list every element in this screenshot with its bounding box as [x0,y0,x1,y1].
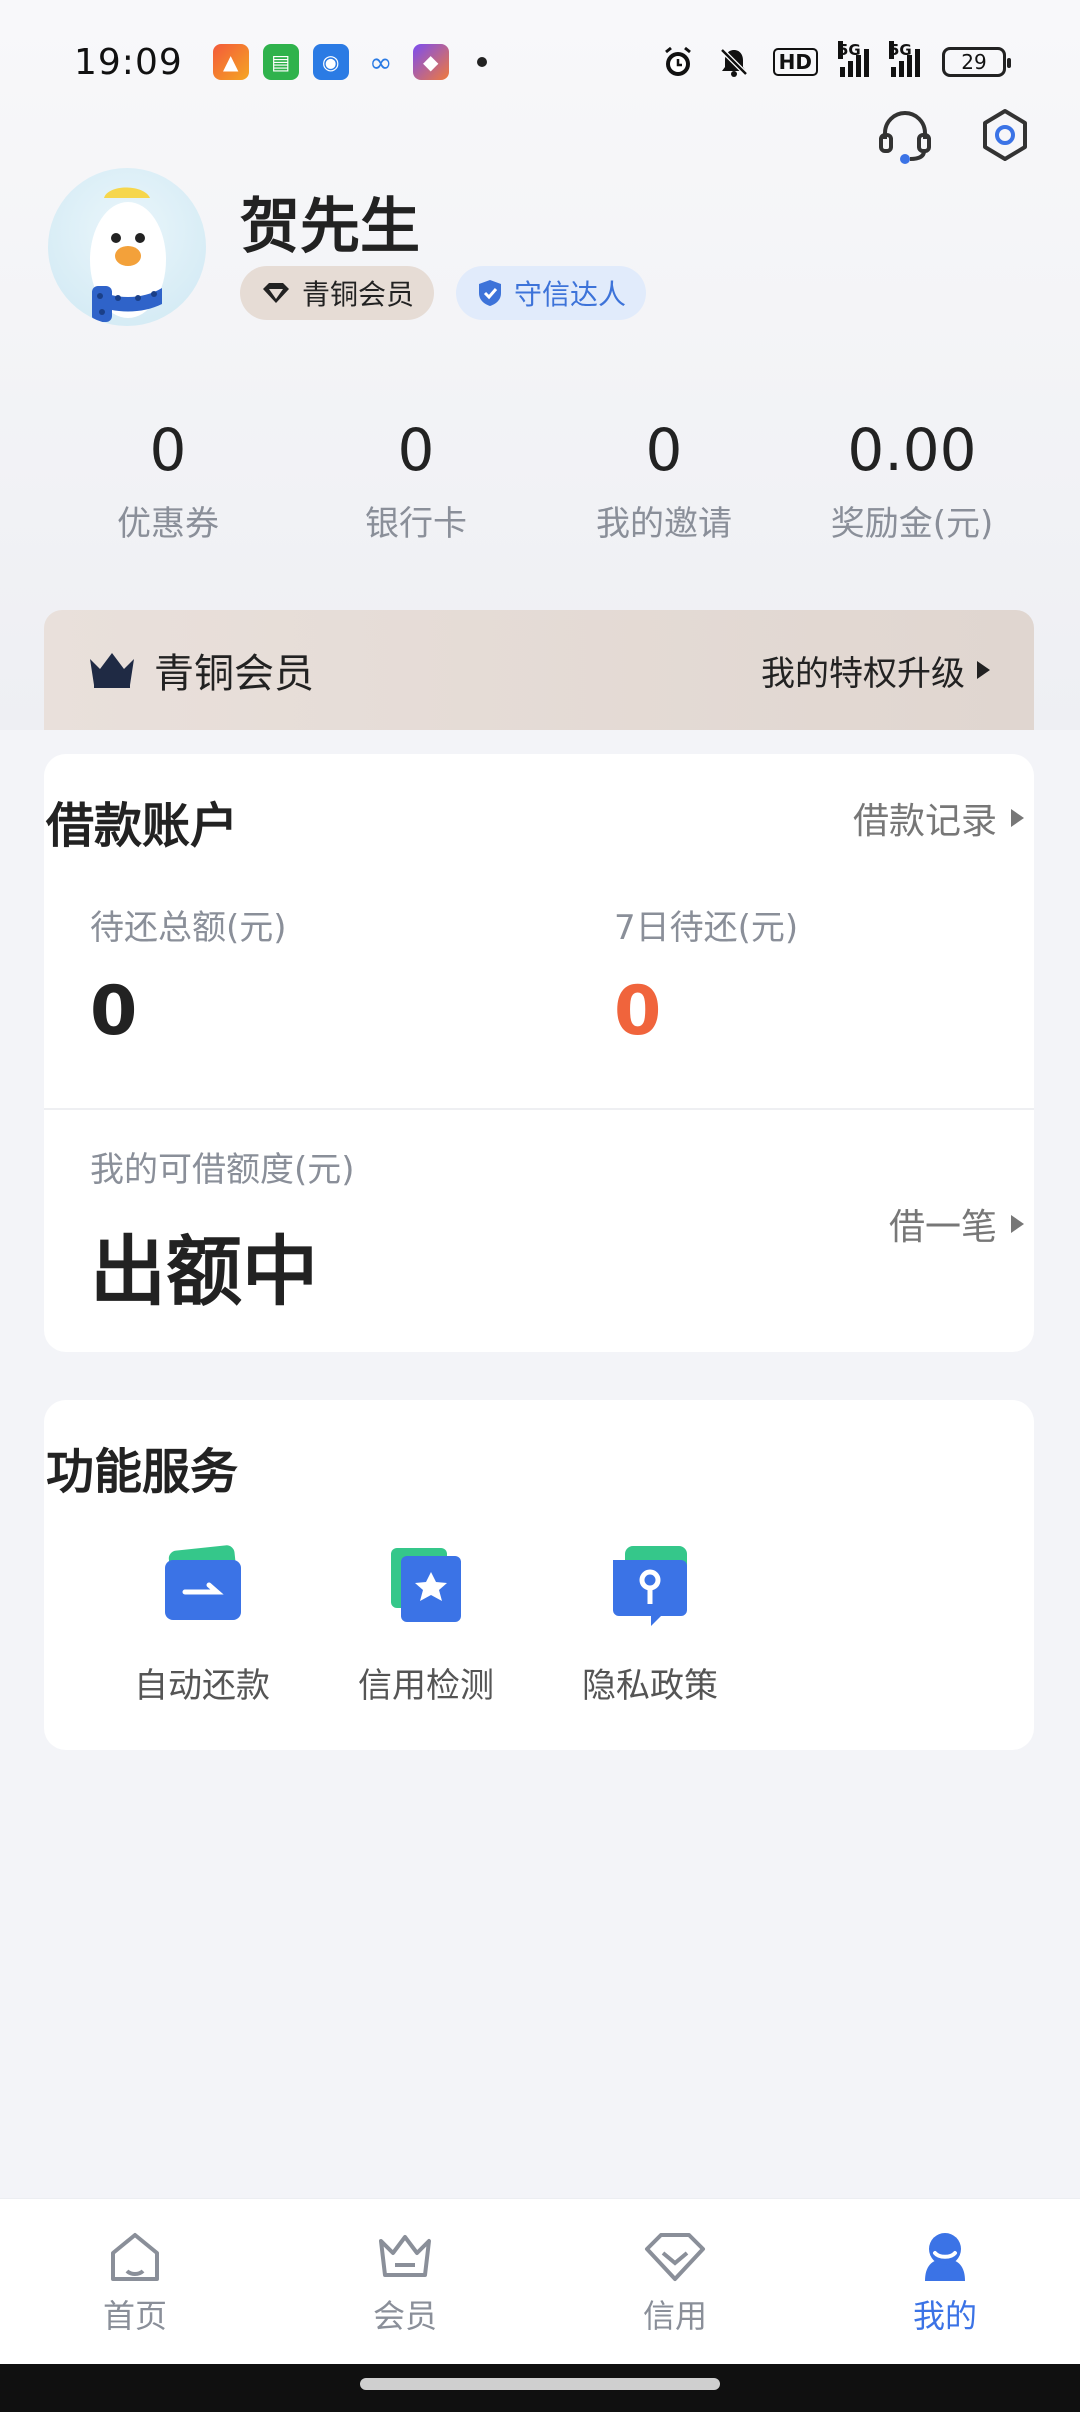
caret-right-icon [1011,1215,1024,1233]
shield-icon [479,280,501,306]
tab-credit[interactable]: 信用 [540,2199,810,2364]
tab-label: 会员 [372,2297,437,2335]
service-privacy-policy[interactable]: 隐私政策 [560,1538,740,1707]
stat-invitations[interactable]: 0 我的邀请 [540,410,788,545]
stat-label: 银行卡 [365,504,467,544]
credit-limit-value: 出额中 [90,1227,318,1316]
avatar[interactable] [48,168,206,326]
notification-apps: ▲ ▤ ◉ ∞ ◆ [212,44,487,80]
crown-icon [379,2235,431,2277]
tab-label: 信用 [642,2297,707,2335]
stat-value: 0 [397,416,435,484]
diamond-icon [263,283,289,303]
stat-value: 0 [645,416,683,484]
tab-member[interactable]: 会员 [270,2199,540,2364]
goose-avatar-icon [90,187,166,322]
loan-records-link[interactable]: 借款记录 [853,792,1024,844]
member-level-badge[interactable]: 青铜会员 [240,266,435,320]
privilege-upgrade-link[interactable]: 我的特权升级 [761,646,990,695]
seven-day-due-value: 0 [614,972,662,1051]
tab-label: 首页 [102,2297,167,2335]
stat-rewards[interactable]: 0.00 奖励金(元) [788,410,1036,545]
alarm-icon [664,46,691,76]
signal-strength-icon: 5G [838,41,869,77]
signal-strength-icon-2: 5G [889,41,920,77]
loan-records-label: 借款记录 [852,801,997,842]
game-app-icon: ▲ [212,44,249,80]
profile-icon [925,2233,965,2281]
more-notifications-icon [476,57,487,67]
hd-voice-indicator: HD [772,48,818,76]
borrow-link[interactable]: 借一笔 [889,1198,1024,1250]
stat-coupons[interactable]: 0 优惠券 [44,410,292,545]
stats-row: 0 优惠券 0 银行卡 0 我的邀请 0.00 奖励金(元) [44,410,1036,545]
diamond-icon [645,2233,705,2281]
stat-label: 优惠券 [117,504,219,544]
bird-app-icon: ◉ [312,44,349,80]
borrow-label: 借一笔 [888,1207,997,1248]
caret-right-icon [1011,809,1024,827]
home-icon [111,2233,159,2281]
service-label: 自动还款 [134,1666,270,1706]
member-level-bar[interactable]: 青铜会员 我的特权升级 [44,610,1034,730]
stat-value: 0.00 [847,416,977,484]
services-title: 功能服务 [46,1444,239,1500]
trust-badge[interactable]: 守信达人 [456,266,647,320]
crown-icon [90,653,134,688]
stat-label: 我的邀请 [596,504,732,544]
settings-button[interactable] [974,104,1036,166]
total-due-value: 0 [90,972,138,1051]
mute-bell-icon [719,48,748,77]
home-indicator[interactable] [360,2378,720,2390]
privilege-upgrade-label: 我的特权升级 [761,653,965,694]
headset-icon [879,111,931,164]
bottom-tab-bar: 首页 会员 信用 我的 [0,2198,1080,2364]
auto-repay-icon [165,1545,241,1620]
member-level-label: 青铜会员 [302,278,415,311]
credit-check-icon [391,1548,461,1622]
stat-bank-cards[interactable]: 0 银行卡 [292,410,540,545]
shortcut-app-icon: ◆ [412,44,449,80]
tab-home[interactable]: 首页 [0,2199,270,2364]
divider [44,1108,1034,1110]
service-auto-repay[interactable]: 自动还款 [112,1538,292,1707]
tab-profile[interactable]: 我的 [810,2199,1080,2364]
stat-label: 奖励金(元) [830,504,994,544]
stat-value: 0 [149,416,187,484]
service-credit-check[interactable]: 信用检测 [336,1538,516,1707]
credit-limit-label: 我的可借额度(元) [90,1150,355,1190]
status-time: 19:09 [74,41,183,83]
trust-badge-label: 守信达人 [514,278,627,311]
battery-indicator: 29 [942,47,1011,77]
caret-right-icon [977,661,990,679]
customer-service-button[interactable] [874,104,936,166]
user-name: 贺先生 [240,192,420,262]
service-label: 隐私政策 [582,1666,718,1706]
total-due-label: 待还总额(元) [90,908,287,948]
loan-account-title: 借款账户 [46,798,239,854]
service-label: 信用检测 [358,1666,494,1706]
privacy-policy-icon [613,1546,687,1626]
tab-label: 我的 [912,2297,977,2335]
seven-day-due-label: 7日待还(元) [614,908,799,948]
gear-icon [983,109,1027,161]
cloud-app-icon: ∞ [369,45,393,79]
message-app-icon: ▤ [262,44,299,80]
member-level-title: 青铜会员 [154,651,314,697]
